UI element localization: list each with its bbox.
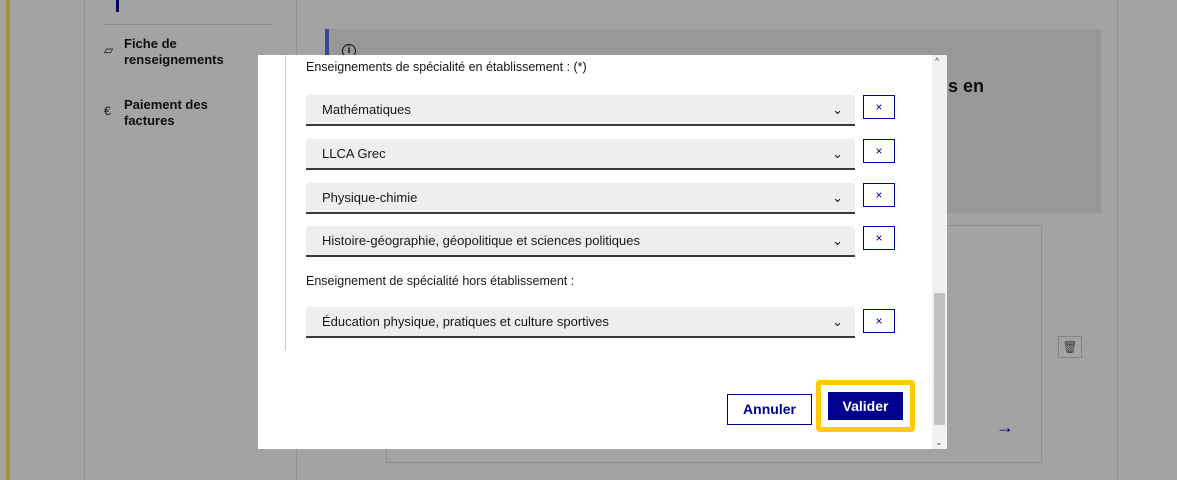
chevron-down-icon: ⌄ bbox=[832, 102, 843, 117]
chevron-down-icon: ⌄ bbox=[832, 146, 843, 161]
scroll-thumb[interactable] bbox=[934, 293, 945, 425]
in-school-label: Enseignements de spécialité en établisse… bbox=[306, 60, 587, 74]
remove-button-2[interactable]: × bbox=[863, 139, 895, 163]
validate-button[interactable]: Valider bbox=[828, 392, 903, 420]
remove-button-1[interactable]: × bbox=[863, 95, 895, 119]
select-value: Physique-chimie bbox=[322, 190, 418, 205]
modal-left-border bbox=[285, 55, 286, 350]
chevron-down-icon: ⌄ bbox=[832, 190, 843, 205]
remove-button-3[interactable]: × bbox=[863, 183, 895, 207]
specialty-modal: Enseignements de spécialité en établisse… bbox=[258, 55, 947, 449]
select-value: Histoire-géographie, géopolitique et sci… bbox=[322, 233, 640, 248]
chevron-down-icon: ⌄ bbox=[832, 233, 843, 248]
select-value: LLCA Grec bbox=[322, 146, 386, 161]
scroll-up-icon[interactable]: ^ bbox=[935, 56, 939, 66]
select-value: Mathématiques bbox=[322, 102, 411, 117]
specialty-select-4[interactable]: Histoire-géographie, géopolitique et sci… bbox=[306, 226, 855, 257]
specialty-select-outside[interactable]: Éducation physique, pratiques et culture… bbox=[306, 307, 855, 338]
cancel-button[interactable]: Annuler bbox=[727, 394, 812, 425]
validate-button-highlight: Valider bbox=[816, 380, 915, 432]
specialty-select-3[interactable]: Physique-chimie ⌄ bbox=[306, 183, 855, 214]
specialty-select-2[interactable]: LLCA Grec ⌄ bbox=[306, 139, 855, 170]
out-school-label: Enseignement de spécialité hors établiss… bbox=[306, 274, 575, 288]
remove-button-4[interactable]: × bbox=[863, 226, 895, 250]
scroll-down-icon[interactable]: ⌄ bbox=[935, 437, 943, 448]
specialty-select-1[interactable]: Mathématiques ⌄ bbox=[306, 95, 855, 126]
remove-button-outside[interactable]: × bbox=[863, 309, 895, 333]
modal-scrollbar[interactable]: ^ ⌄ bbox=[932, 55, 947, 449]
select-value: Éducation physique, pratiques et culture… bbox=[322, 314, 609, 329]
chevron-down-icon: ⌄ bbox=[832, 314, 843, 329]
